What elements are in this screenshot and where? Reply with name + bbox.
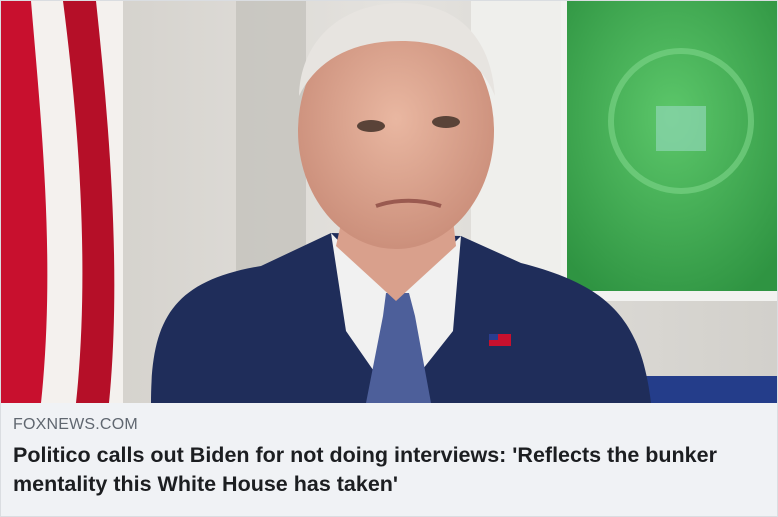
- link-preview-card[interactable]: FOXNEWS.COM Politico calls out Biden for…: [0, 0, 778, 517]
- article-photo: [1, 1, 777, 403]
- article-headline[interactable]: Politico calls out Biden for not doing i…: [13, 441, 765, 499]
- american-flag: [1, 1, 123, 403]
- source-domain: FOXNEWS.COM: [13, 416, 138, 433]
- article-thumbnail[interactable]: [1, 1, 777, 403]
- link-preview-caption[interactable]: FOXNEWS.COM Politico calls out Biden for…: [1, 403, 777, 516]
